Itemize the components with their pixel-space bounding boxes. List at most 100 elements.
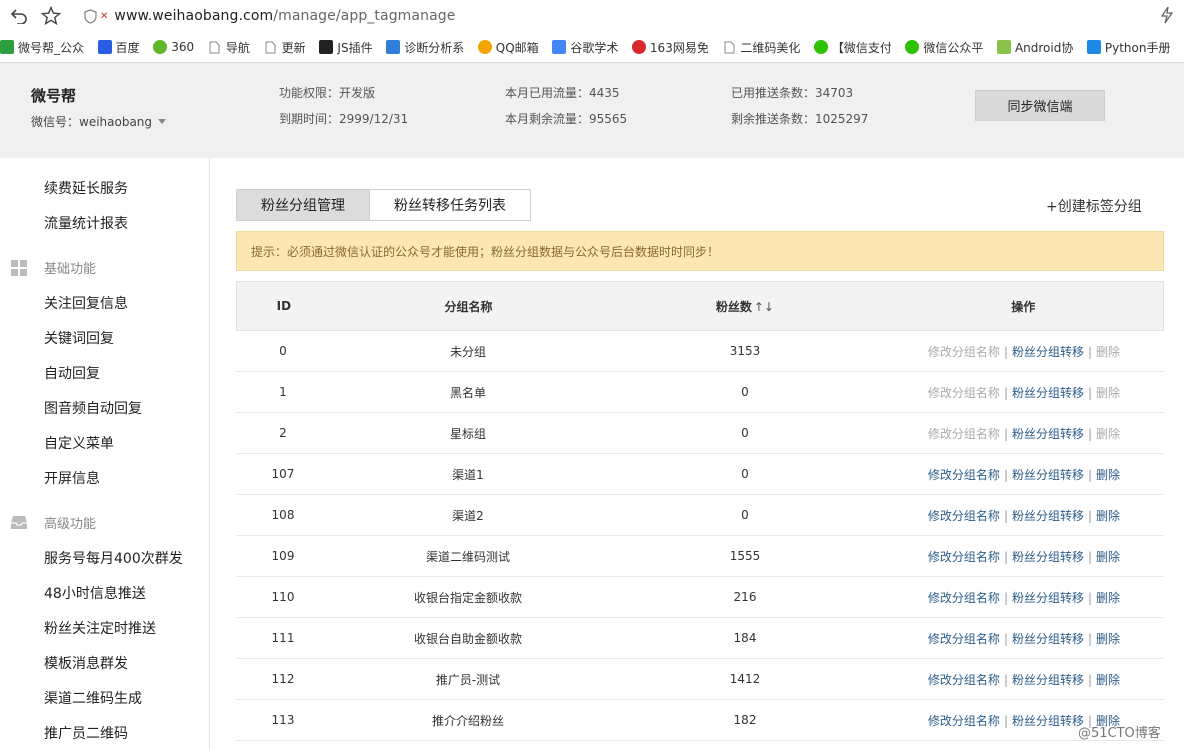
bolt-icon[interactable] — [1160, 6, 1176, 24]
sidebar-item-splash-info[interactable]: 开屏信息 — [44, 468, 100, 488]
bookmark-item[interactable]: 导航 — [208, 39, 250, 56]
bookmark-label: JS插件 — [337, 40, 373, 55]
create-tag-group-link[interactable]: +创建标签分组 — [1046, 196, 1142, 216]
netease-icon — [631, 40, 646, 54]
cell-ops: 修改分组名称 | 粉丝分组转移 | 删除 — [884, 671, 1164, 688]
sort-icon[interactable]: ↑↓ — [754, 300, 774, 314]
sidebar-item-follow-reply[interactable]: 关注回复信息 — [44, 293, 128, 313]
delete-group-link[interactable]: 删除 — [1096, 468, 1120, 482]
sidebar-item-mass-send[interactable]: 服务号每月400次群发 — [44, 548, 183, 568]
table-row: 111 收银台自助金额收款 184 修改分组名称 | 粉丝分组转移 | 删除 — [236, 618, 1164, 659]
account-switcher[interactable]: 微信号：weihaobang — [31, 113, 167, 130]
sidebar-item-traffic-report[interactable]: 流量统计报表 — [44, 213, 128, 233]
transfer-group-link[interactable]: 粉丝分组转移 — [1012, 591, 1084, 605]
edit-group-link[interactable]: 修改分组名称 — [928, 509, 1000, 523]
delete-group-link: 删除 — [1096, 344, 1121, 359]
sidebar-item-48h-push[interactable]: 48小时信息推送 — [44, 583, 146, 603]
edit-group-link[interactable]: 修改分组名称 — [928, 673, 1000, 687]
op-separator: | — [1003, 508, 1008, 523]
bookmark-item[interactable]: 【微信支付 — [813, 39, 891, 56]
edit-group-link[interactable]: 修改分组名称 — [928, 468, 1000, 482]
delete-group-link[interactable]: 删除 — [1096, 673, 1120, 687]
edit-group-link[interactable]: 修改分组名称 — [928, 550, 1000, 564]
bookmark-label: Python手册 — [1104, 40, 1170, 55]
diagnose-icon — [386, 40, 401, 54]
column-name: 分组名称 — [444, 299, 493, 314]
cell-name: 收银台指定金额收款 — [413, 590, 522, 605]
op-separator: | — [1088, 385, 1093, 400]
group-table: ID 分组名称 粉丝数 ↑↓ 操作 0 未分组 3153 修改分组名称 | 粉丝分组转移 | 删… — [236, 281, 1164, 741]
baidu-paw-icon — [97, 40, 112, 54]
cell-fans: 0 — [741, 508, 749, 522]
cell-id: 112 — [271, 672, 295, 686]
back-icon[interactable] — [6, 3, 32, 29]
shield-icon[interactable] — [84, 8, 98, 24]
delete-group-link[interactable]: 删除 — [1096, 591, 1120, 605]
op-separator: | — [1003, 549, 1008, 564]
watermark-text: @51CTO博客 — [1078, 726, 1161, 741]
python-icon — [1086, 40, 1101, 54]
bookmark-item[interactable]: 更新 — [264, 39, 305, 56]
bookmark-item[interactable]: 诊断分析系 — [386, 39, 464, 56]
sidebar-item-renew[interactable]: 续费延长服务 — [44, 178, 128, 198]
bookmark-item[interactable]: 百度 — [97, 39, 139, 56]
sidebar-item-auto-reply[interactable]: 自动回复 — [44, 363, 100, 383]
bookmark-item[interactable]: 微号帮_公众 — [0, 39, 84, 56]
cell-ops: 修改分组名称 | 粉丝分组转移 | 删除 — [884, 630, 1164, 647]
transfer-group-link[interactable]: 粉丝分组转移 — [1012, 673, 1084, 687]
bookmark-item[interactable]: 360 — [153, 40, 194, 54]
delete-group-link[interactable]: 删除 — [1096, 550, 1120, 564]
bookmark-item[interactable]: 谷歌学术 — [552, 39, 618, 56]
cell-ops: 修改分组名称 | 粉丝分组转移 | 删除 — [884, 507, 1164, 524]
op-separator: | — [1003, 672, 1008, 687]
pushed-text: 已用推送条数：34703 — [731, 86, 854, 100]
tab-fan-groups[interactable]: 粉丝分组管理 — [236, 189, 370, 221]
edit-group-link[interactable]: 修改分组名称 — [928, 714, 1000, 728]
bookmark-item[interactable]: QQ邮箱 — [477, 39, 538, 56]
sidebar-item-custom-menu[interactable]: 自定义菜单 — [44, 433, 114, 453]
sync-wechat-button[interactable]: 同步微信端 — [975, 90, 1105, 121]
delete-group-link[interactable]: 删除 — [1096, 632, 1120, 646]
transfer-group-link[interactable]: 粉丝分组转移 — [1012, 345, 1084, 359]
transfer-group-link[interactable]: 粉丝分组转移 — [1012, 632, 1084, 646]
url-field[interactable]: www.weihaobang.com/manage/app_tagmanage — [114, 8, 455, 24]
sidebar-item-media-reply[interactable]: 图音频自动回复 — [44, 398, 142, 418]
op-separator: | — [1088, 672, 1093, 687]
delete-group-link[interactable]: 删除 — [1096, 509, 1120, 523]
sidebar-item-scheduled-push[interactable]: 粉丝关注定时推送 — [44, 618, 156, 638]
transfer-group-link[interactable]: 粉丝分组转移 — [1012, 550, 1084, 564]
edit-group-link[interactable]: 修改分组名称 — [928, 632, 1000, 646]
insecure-icon: ✕ — [100, 10, 109, 22]
op-separator: | — [1003, 467, 1008, 482]
table-row: 1 黑名单 0 修改分组名称 | 粉丝分组转移 | 删除 — [236, 372, 1164, 413]
sidebar-item-template-msg[interactable]: 模板消息群发 — [44, 653, 128, 673]
transfer-group-link[interactable]: 粉丝分组转移 — [1012, 386, 1084, 400]
column-op: 操作 — [1011, 299, 1036, 314]
page-icon — [722, 40, 736, 54]
bookmark-item[interactable]: Python手册 — [1086, 39, 1170, 56]
transfer-group-link[interactable]: 粉丝分组转移 — [1012, 509, 1084, 523]
tab-transfer-tasks[interactable]: 粉丝转移任务列表 — [370, 189, 531, 221]
bookmark-item[interactable]: JS插件 — [319, 39, 372, 56]
transfer-group-link[interactable]: 粉丝分组转移 — [1012, 427, 1084, 441]
table-row: 107 渠道1 0 修改分组名称 | 粉丝分组转移 | 删除 — [236, 454, 1164, 495]
table-row: 0 未分组 3153 修改分组名称 | 粉丝分组转移 | 删除 — [236, 331, 1164, 372]
bookmark-item[interactable]: 163网易免 — [631, 39, 708, 56]
account-header: 微号帮 微信号：weihaobang 功能权限：开发版 到期时间：2999/12… — [0, 62, 1184, 158]
table-row: 108 渠道2 0 修改分组名称 | 粉丝分组转移 | 删除 — [236, 495, 1164, 536]
expire-text: 到期时间：2999/12/31 — [279, 112, 409, 126]
bookmark-item[interactable]: 微信公众平 — [905, 39, 983, 56]
bookmark-item[interactable]: Android协 — [996, 39, 1073, 56]
sidebar-item-channel-qr[interactable]: 渠道二维码生成 — [44, 688, 142, 708]
star-icon[interactable] — [38, 3, 64, 29]
bookmark-item[interactable]: 二维码美化 — [722, 39, 800, 56]
edit-group-link[interactable]: 修改分组名称 — [928, 591, 1000, 605]
sidebar-header-basic-label: 基础功能 — [44, 262, 97, 277]
sidebar-item-keyword-reply[interactable]: 关键词回复 — [44, 328, 114, 348]
cell-fans: 0 — [741, 385, 749, 399]
sidebar-item-promoter-qr[interactable]: 推广员二维码 — [44, 723, 128, 743]
transfer-group-link[interactable]: 粉丝分组转移 — [1012, 714, 1084, 728]
url-path: /manage/app_tagmanage — [273, 8, 456, 24]
transfer-group-link[interactable]: 粉丝分组转移 — [1012, 468, 1084, 482]
column-fans[interactable]: 粉丝数 ↑↓ — [606, 298, 883, 315]
